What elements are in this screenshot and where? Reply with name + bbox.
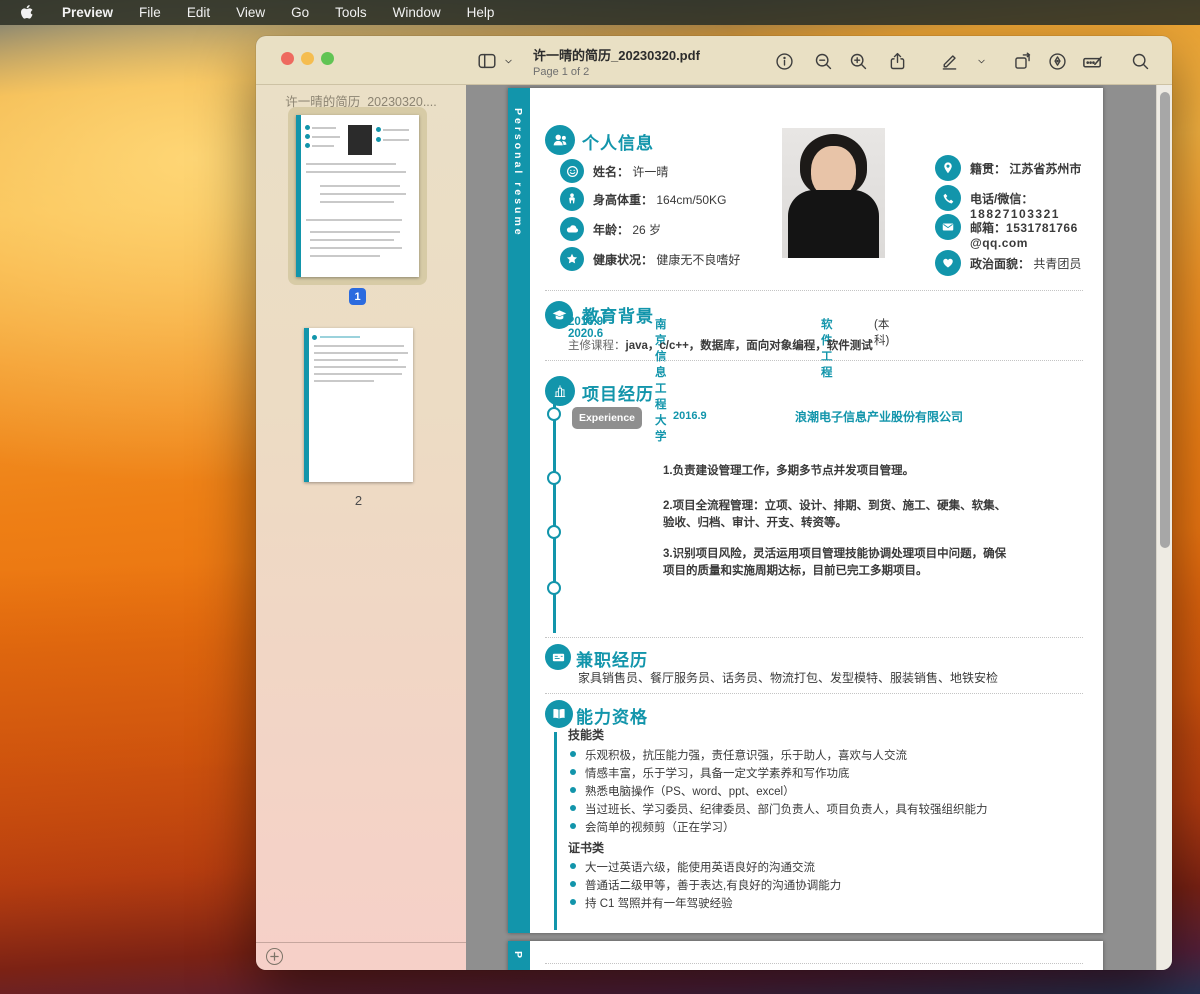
pdf-page-1: Personal resume 个人信息 姓名： 许一晴 身高体重： 164cm… bbox=[508, 88, 1103, 933]
menu-app-name[interactable]: Preview bbox=[49, 5, 126, 20]
menu-help[interactable]: Help bbox=[454, 5, 508, 20]
chevron-down-icon[interactable] bbox=[499, 47, 517, 75]
people-icon bbox=[545, 125, 575, 155]
thumbnail-page-1[interactable] bbox=[296, 115, 419, 277]
timeline-dot bbox=[547, 525, 561, 539]
ability-item: 大一过英语六级，能使用英语良好的沟通交流 bbox=[570, 859, 815, 875]
ability-item: 情感丰富，乐于学习，具备一定文学素养和写作功底 bbox=[570, 765, 850, 781]
building-icon bbox=[545, 376, 575, 406]
menu-go[interactable]: Go bbox=[278, 5, 322, 20]
ability-item: 乐观积极，抗压能力强，责任意识强，乐于助人，喜欢与人交流 bbox=[570, 747, 907, 763]
ability-item: 当过班长、学习委员、纪律委员、部门负责人、项目负责人，具有较强组织能力 bbox=[570, 801, 988, 817]
body-icon bbox=[560, 187, 584, 211]
page-indicator: Page 1 of 2 bbox=[533, 66, 700, 78]
separator bbox=[545, 693, 1083, 694]
page-2-label: 2 bbox=[304, 493, 413, 508]
document-title-block: 许一晴的简历_20230320.pdf Page 1 of 2 bbox=[533, 45, 700, 78]
age-cloud-icon bbox=[560, 217, 584, 241]
pdf-content-area[interactable]: Personal resume 个人信息 姓名： 许一晴 身高体重： 164cm… bbox=[466, 85, 1156, 970]
phone-icon bbox=[935, 185, 961, 211]
document-title: 许一晴的简历_20230320.pdf bbox=[533, 45, 700, 64]
menu-tools[interactable]: Tools bbox=[322, 5, 380, 20]
abilities-group-heading: 证书类 bbox=[568, 839, 604, 856]
window-toolbar: 许一晴的简历_20230320.pdf Page 1 of 2 bbox=[256, 36, 1172, 85]
markup-pencil-icon[interactable] bbox=[935, 47, 963, 75]
pdf-page-2: P bbox=[508, 941, 1103, 970]
zoom-in-icon[interactable] bbox=[844, 47, 872, 75]
ability-item: 熟悉电脑操作（PS、word、ppt、excel） bbox=[570, 783, 795, 799]
section-title-part-time: 兼职经历 bbox=[576, 646, 648, 671]
ability-item: 持 C1 驾照并有一年驾驶经验 bbox=[570, 895, 733, 911]
search-icon[interactable] bbox=[1126, 47, 1154, 75]
timeline-dot bbox=[547, 471, 561, 485]
info-icon[interactable] bbox=[770, 47, 798, 75]
timeline-dot bbox=[547, 581, 561, 595]
thumbnail-page-2[interactable] bbox=[304, 328, 413, 482]
ability-item: 会简单的视频剪（正在学习） bbox=[570, 819, 735, 835]
abilities-line bbox=[554, 732, 557, 930]
id-photo bbox=[782, 128, 885, 258]
mail-icon bbox=[935, 214, 961, 240]
section-title-personal: 个人信息 bbox=[582, 129, 654, 154]
part-time-text: 家具销售员、餐厅服务员、话务员、物流打包、发型模特、服装销售、地铁安检 bbox=[578, 669, 998, 686]
thumbnail-sidebar: 许一晴的简历_20230320.... 1 bbox=[256, 85, 466, 970]
sidebar-toggle-icon[interactable] bbox=[473, 47, 501, 75]
apple-menu-icon[interactable] bbox=[20, 4, 35, 21]
separator bbox=[545, 360, 1083, 361]
chevron-down-icon[interactable] bbox=[972, 47, 990, 75]
scrollbar-track[interactable] bbox=[1156, 85, 1172, 970]
field-value: 许一晴 bbox=[632, 165, 668, 179]
timeline-line bbox=[553, 398, 556, 633]
abilities-group-heading: 技能类 bbox=[568, 726, 604, 743]
experience-badge: Experience bbox=[572, 407, 642, 429]
heart-icon bbox=[935, 250, 961, 276]
sidebar-bottom-bar bbox=[256, 942, 466, 970]
field-label: 姓名： bbox=[593, 165, 629, 179]
project-date: 2016.9 bbox=[673, 410, 707, 422]
preview-window: 许一晴的简历_20230320.pdf Page 1 of 2 bbox=[256, 36, 1172, 970]
add-page-button[interactable] bbox=[266, 948, 283, 965]
resume-side-label: Personal resume bbox=[512, 108, 524, 238]
menu-edit[interactable]: Edit bbox=[174, 5, 223, 20]
menu-view[interactable]: View bbox=[223, 5, 278, 20]
page-1-badge: 1 bbox=[349, 288, 366, 305]
pen-nib-icon[interactable] bbox=[1043, 47, 1071, 75]
section-title-abilities: 能力资格 bbox=[576, 703, 648, 728]
location-pin-icon bbox=[935, 155, 961, 181]
share-icon[interactable] bbox=[883, 47, 911, 75]
book-icon bbox=[545, 700, 573, 728]
resume-side-label-page2: P bbox=[512, 951, 524, 961]
section-title-projects: 项目经历 bbox=[582, 380, 654, 405]
id-card-icon bbox=[545, 644, 571, 670]
close-button[interactable] bbox=[281, 52, 294, 65]
project-item: 1.负责建设管理工作，多期多节点并发项目管理。 bbox=[663, 463, 1008, 480]
timeline-dot bbox=[547, 407, 561, 421]
education-degree: (本科) bbox=[874, 316, 889, 348]
project-item: 2.项目全流程管理：立项、设计、排期、到货、施工、硬集、软集、验收、归档、审计、… bbox=[663, 498, 1008, 532]
menu-bar: Preview File Edit View Go Tools Window H… bbox=[0, 0, 1200, 25]
separator bbox=[545, 290, 1083, 291]
menu-window[interactable]: Window bbox=[380, 5, 454, 20]
education-courses: 主修课程：java，c/c++，数据库，面向对象编程，软件测试 bbox=[568, 337, 873, 353]
rotate-icon[interactable] bbox=[1008, 47, 1036, 75]
ability-item: 普通话二级甲等，善于表达,有良好的沟通协调能力 bbox=[570, 877, 841, 893]
education-school: 南京信息工程大学 bbox=[655, 316, 667, 444]
scrollbar-thumb[interactable] bbox=[1160, 92, 1170, 548]
minimize-button[interactable] bbox=[301, 52, 314, 65]
separator bbox=[545, 637, 1083, 638]
menu-file[interactable]: File bbox=[126, 5, 174, 20]
project-company: 浪潮电子信息产业股份有限公司 bbox=[795, 408, 963, 425]
star-icon bbox=[560, 247, 584, 271]
zoom-out-icon[interactable] bbox=[809, 47, 837, 75]
zoom-window-button[interactable] bbox=[321, 52, 334, 65]
smiley-icon bbox=[560, 159, 584, 183]
text-field-icon[interactable] bbox=[1078, 47, 1106, 75]
separator bbox=[545, 963, 1083, 964]
project-item: 3.识别项目风险，灵活运用项目管理技能协调处理项目中问题，确保项目的质量和实施周… bbox=[663, 546, 1008, 580]
